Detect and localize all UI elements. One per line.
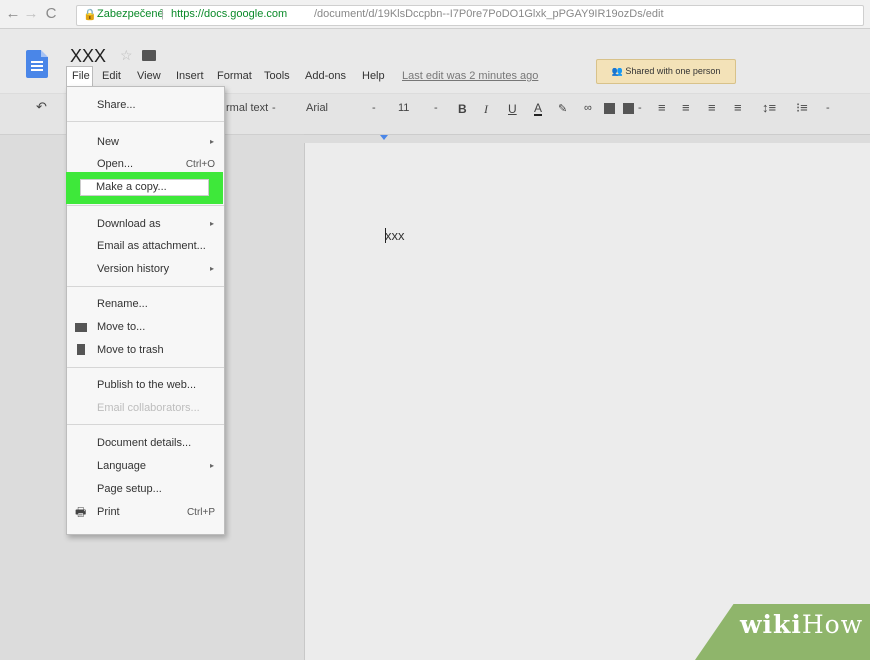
menu-separator	[67, 424, 224, 425]
underline-icon[interactable]: U	[508, 102, 517, 116]
text-cursor	[385, 228, 386, 243]
menu-tools[interactable]: Tools	[264, 70, 290, 82]
document-body-text[interactable]: xxx	[385, 228, 405, 243]
document-page[interactable]	[304, 143, 870, 660]
menu-separator	[67, 367, 224, 368]
menu-edit[interactable]: Edit	[102, 70, 121, 82]
menu-move-to-trash[interactable]: Move to trash	[97, 344, 164, 356]
folder-icon	[75, 323, 87, 332]
comment-icon[interactable]	[604, 103, 615, 114]
menu-language[interactable]: Language	[97, 460, 146, 472]
font-dropdown-icon[interactable]: -	[372, 102, 376, 114]
url-host: https://docs.google.com	[171, 8, 288, 20]
style-select[interactable]: rmal text	[226, 102, 268, 114]
image-dropdown-icon[interactable]: -	[638, 102, 642, 114]
docs-logo-icon[interactable]	[26, 50, 48, 78]
menu-view[interactable]: View	[137, 70, 161, 82]
highlight-icon[interactable]: ✎	[558, 102, 567, 115]
back-icon[interactable]: ←	[4, 5, 22, 23]
menu-format[interactable]: Format	[217, 70, 252, 82]
menu-addons[interactable]: Add-ons	[305, 70, 346, 82]
menu-insert[interactable]: Insert	[176, 70, 204, 82]
secure-label: Zabezpečené	[97, 8, 164, 20]
menu-new[interactable]: New	[97, 136, 119, 148]
file-menu-dropdown: Share... New ▸ Open... Ctrl+O Download a…	[66, 86, 225, 535]
numbered-list-icon[interactable]: ⁝≡	[796, 100, 808, 116]
undo-icon[interactable]: ↶	[36, 99, 47, 115]
menu-page-setup[interactable]: Page setup...	[97, 483, 162, 495]
menu-separator	[67, 205, 224, 206]
menu-separator	[67, 121, 224, 122]
folder-icon[interactable]	[142, 50, 156, 61]
address-separator: |	[161, 8, 164, 20]
size-dropdown-icon[interactable]: -	[434, 102, 438, 114]
text-color-icon[interactable]: A	[534, 102, 543, 116]
ruler[interactable]	[304, 134, 870, 143]
align-right-icon[interactable]: ≡	[708, 100, 716, 115]
font-select[interactable]: Arial	[306, 102, 328, 114]
menu-open[interactable]: Open...	[97, 158, 133, 170]
font-size-select[interactable]: 11	[398, 102, 409, 114]
print-shortcut: Ctrl+P	[186, 507, 215, 518]
menu-version-history[interactable]: Version history	[97, 263, 169, 275]
submenu-arrow-icon: ▸	[209, 137, 214, 146]
menu-separator	[67, 286, 224, 287]
menu-file[interactable]: File	[72, 70, 90, 82]
italic-icon[interactable]: I	[484, 102, 488, 117]
menu-move-to[interactable]: Move to...	[97, 321, 145, 333]
line-spacing-icon[interactable]: ↕≡	[762, 100, 776, 115]
menu-email-attachment[interactable]: Email as attachment...	[97, 240, 206, 252]
list-dropdown-icon[interactable]: -	[826, 102, 830, 114]
reload-icon[interactable]: C	[42, 5, 60, 23]
menu-download-as[interactable]: Download as	[97, 218, 161, 230]
submenu-arrow-icon: ▸	[209, 264, 214, 273]
address-bar[interactable]: 🔒 Zabezpečené | https://docs.google.com …	[76, 5, 864, 26]
menu-rename[interactable]: Rename...	[97, 298, 148, 310]
menu-help[interactable]: Help	[362, 70, 385, 82]
forward-icon[interactable]: →	[22, 5, 40, 23]
last-edit-link[interactable]: Last edit was 2 minutes ago	[402, 70, 538, 82]
menu-publish-web[interactable]: Publish to the web...	[97, 379, 196, 391]
wikihow-logo: wikiHow	[740, 610, 864, 639]
image-icon[interactable]	[623, 103, 634, 114]
align-left-icon[interactable]: ≡	[658, 100, 666, 115]
style-dropdown-icon[interactable]: -	[272, 102, 276, 114]
open-shortcut: Ctrl+O	[185, 159, 215, 170]
menu-print[interactable]: Print	[97, 506, 120, 518]
print-icon: 🖶	[75, 505, 87, 519]
submenu-arrow-icon: ▸	[209, 219, 214, 228]
menu-document-details[interactable]: Document details...	[97, 437, 191, 449]
submenu-arrow-icon: ▸	[209, 461, 214, 470]
align-center-icon[interactable]: ≡	[682, 100, 690, 115]
document-title[interactable]: XXX	[70, 46, 106, 67]
menu-share[interactable]: Share...	[97, 99, 136, 111]
trash-icon	[77, 344, 85, 355]
menu-email-collaborators: Email collaborators...	[97, 402, 200, 414]
link-icon[interactable]: ∞	[584, 102, 592, 114]
shared-label: Shared with one person	[625, 66, 721, 76]
star-icon[interactable]: ☆	[120, 47, 133, 64]
indent-marker-icon[interactable]	[380, 135, 388, 140]
align-justify-icon[interactable]: ≡	[734, 100, 742, 115]
bold-icon[interactable]: B	[458, 102, 467, 116]
menu-make-copy[interactable]: Make a copy...	[96, 181, 167, 193]
lock-icon: 🔒	[83, 9, 97, 21]
url-path: /document/d/19KlsDccpbn--I7P0re7PoDO1Glx…	[314, 8, 664, 20]
people-icon: 👥	[611, 66, 623, 76]
shared-button[interactable]: 👥 Shared with one person	[596, 59, 736, 84]
